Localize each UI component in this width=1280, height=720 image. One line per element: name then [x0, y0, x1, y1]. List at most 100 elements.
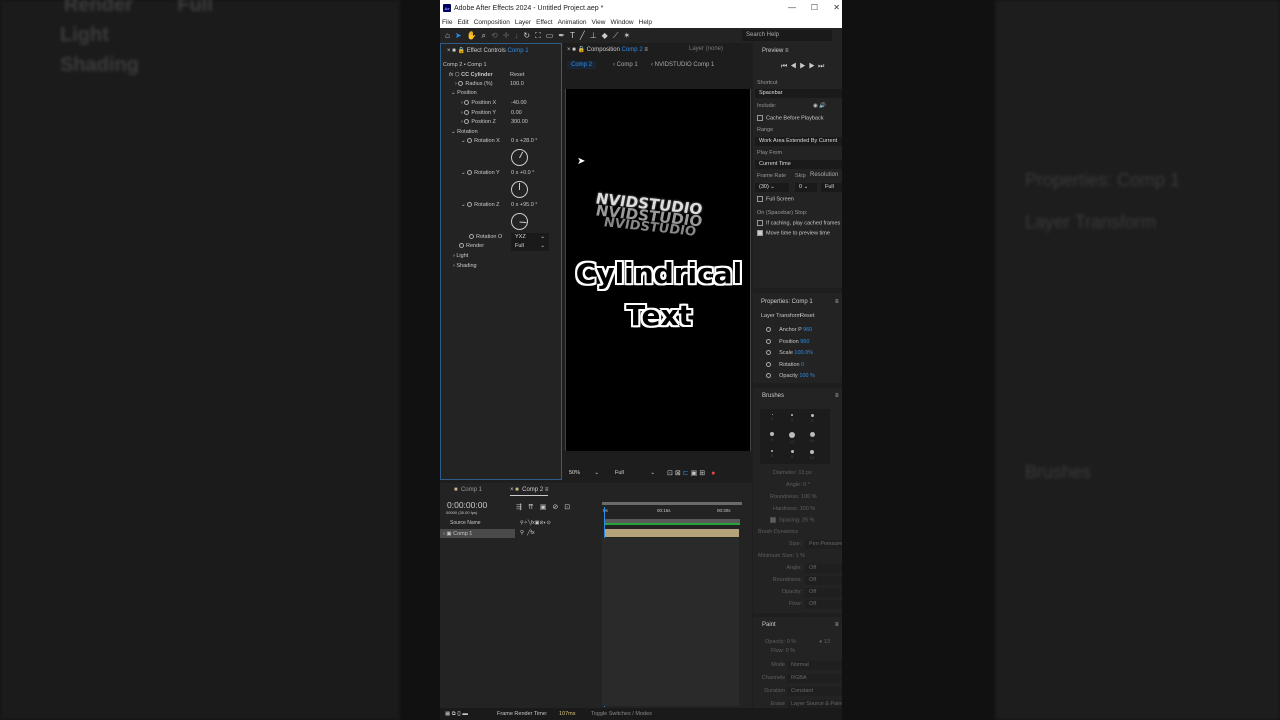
brush-tip[interactable]: 13	[804, 447, 820, 463]
tab-effect-controls[interactable]: × ■ 🔒 Effect Controls Comp 1	[447, 47, 529, 54]
brush-tip[interactable]: 1	[764, 411, 780, 427]
tab-timeline-comp-1[interactable]: ■ Comp 1	[454, 487, 482, 493]
rotation-z-value[interactable]: 0 x +95.0 °	[511, 202, 538, 208]
tab-timeline-comp-2[interactable]: × ■ Comp 2 ≡	[510, 487, 549, 496]
frame-rate-select[interactable]: (30) ⌄	[755, 183, 789, 192]
position-group[interactable]: ⌄ Position	[451, 90, 477, 96]
effect-cc-cylinder[interactable]: fx ⬡ CC Cylinder	[449, 72, 493, 78]
shortcut-select[interactable]: Spacebar	[755, 89, 842, 98]
brush-tip[interactable]: 3	[784, 411, 800, 427]
property-row[interactable]: Opacity 100 %	[766, 373, 815, 379]
dynamics-select[interactable]: Off	[805, 600, 842, 609]
brush-tool-icon[interactable]: ╱	[580, 31, 585, 40]
rotate-tool-icon[interactable]: ↻	[523, 31, 530, 40]
rotation-x-dial[interactable]	[511, 149, 528, 166]
position-z-value[interactable]: 300.00	[511, 119, 528, 125]
dolly-tool-icon[interactable]: ↓	[514, 31, 518, 40]
menu-layer[interactable]: Layer	[515, 19, 531, 26]
pan-tool-icon[interactable]: ✛	[503, 31, 510, 40]
if-caching-checkbox[interactable]: If caching, play cached frames	[757, 220, 840, 226]
close-button[interactable]: ✕	[833, 3, 840, 12]
paint-select[interactable]: Constant	[787, 687, 842, 696]
selection-tool-icon[interactable]: ➤	[455, 31, 462, 40]
menu-composition[interactable]: Composition	[474, 19, 510, 26]
menu-effect[interactable]: Effect	[536, 19, 553, 26]
menu-animation[interactable]: Animation	[558, 19, 587, 26]
brush-tip[interactable]: 9	[764, 429, 780, 445]
pen-tool-icon[interactable]: ✒	[558, 31, 565, 40]
properties-reset-button[interactable]: Reset	[800, 313, 814, 319]
layer-switches[interactable]: ⚲ ╱fx	[520, 530, 535, 536]
dynamics-select[interactable]: Off	[805, 564, 842, 573]
reset-button[interactable]: Reset	[510, 72, 524, 78]
brush-tip[interactable]: 5	[804, 411, 820, 427]
play-from-select[interactable]: Current Time	[755, 160, 842, 169]
rotation-y-value[interactable]: 0 x +0.0 °	[511, 170, 534, 176]
status-icons[interactable]: ▦ ⧉ {} ▬	[445, 711, 468, 718]
toggle-switches-modes[interactable]: Toggle Switches / Modes	[591, 711, 652, 717]
breadcrumb-comp-2[interactable]: Comp 2	[567, 61, 597, 69]
work-area-bar[interactable]	[604, 519, 740, 525]
rotation-z-dial[interactable]	[511, 213, 528, 230]
property-row[interactable]: Anchor P 960	[766, 327, 812, 333]
property-row[interactable]: Rotation 0	[766, 362, 804, 368]
playback-controls[interactable]: ⏮◀▶▶⏭	[781, 63, 827, 71]
hand-tool-icon[interactable]: ✋	[467, 31, 477, 40]
radius-value[interactable]: 100.0	[510, 81, 524, 87]
paint-select[interactable]: RGBA	[787, 674, 842, 683]
composition-viewer[interactable]: NVIDSTUDIO NVIDSTUDIO NVIDSTUDIO Cylindr…	[565, 89, 751, 451]
range-select[interactable]: Work Area Extended By Current	[755, 137, 842, 146]
eraser-tool-icon[interactable]: ◆	[602, 31, 608, 40]
position-y-value[interactable]: 0.00	[511, 110, 522, 116]
zoom-select[interactable]: 50% ⌄	[565, 469, 603, 478]
brush-tip[interactable]: 9	[784, 447, 800, 463]
timeline-controls[interactable]: ⇶⇈▣⊘⊡	[516, 503, 576, 511]
skip-select[interactable]: 0 ⌄	[795, 183, 817, 192]
minimize-button[interactable]: —	[788, 3, 796, 12]
maximize-button[interactable]: ☐	[811, 3, 818, 12]
render-select[interactable]: Full ⌄	[511, 242, 549, 251]
resolution-preview-select[interactable]: Full	[821, 183, 842, 192]
include-video-audio-icons[interactable]: ◉ 🔊	[813, 103, 826, 109]
puppet-tool-icon[interactable]: ✶	[623, 31, 630, 40]
menu-view[interactable]: View	[592, 19, 606, 26]
move-time-checkbox[interactable]: Move time to preview time	[757, 230, 830, 236]
properties-menu-icon[interactable]: ≡	[835, 299, 839, 305]
rotation-group[interactable]: ⌄ Rotation	[451, 129, 478, 135]
menu-help[interactable]: Help	[639, 19, 652, 26]
brushes-menu-icon[interactable]: ≡	[835, 393, 839, 399]
dynamics-select[interactable]: Off	[805, 576, 842, 585]
zoom-tool-icon[interactable]: ⌕	[482, 31, 486, 41]
rectangle-tool-icon[interactable]: ▭	[546, 31, 554, 40]
viewer-controls[interactable]: ⊡⊠⊏▣⊞ ●	[667, 469, 717, 477]
rotation-x-value[interactable]: 0 x +28.0 °	[511, 138, 538, 144]
spacing-checkbox[interactable]: Spacing: 25 %	[770, 517, 814, 523]
orbit-tool-icon[interactable]: ⟲	[491, 31, 498, 40]
brush-tip[interactable]: 13	[784, 429, 800, 445]
menu-edit[interactable]: Edit	[457, 19, 468, 26]
rotation-order-select[interactable]: YXZ ⌄	[511, 233, 549, 242]
layer-duration-bar[interactable]	[605, 529, 739, 537]
rotation-y-dial[interactable]	[511, 181, 528, 198]
cache-before-playback-checkbox[interactable]: Cache Before Playback	[757, 115, 823, 121]
property-row[interactable]: Scale 100.0%	[766, 350, 813, 356]
light-group[interactable]: › Light	[453, 253, 468, 259]
type-tool-icon[interactable]: T	[570, 31, 575, 40]
property-row[interactable]: Position 960	[766, 339, 809, 345]
shading-group[interactable]: › Shading	[453, 263, 477, 269]
time-navigator[interactable]	[602, 502, 742, 505]
brush-tip[interactable]: 19	[804, 429, 820, 445]
dynamics-select[interactable]: Off	[805, 588, 842, 597]
roto-brush-icon[interactable]: ⟋	[613, 31, 619, 41]
paint-select[interactable]: Normal	[787, 661, 842, 670]
tab-layer[interactable]: Layer (none)	[689, 46, 723, 52]
home-icon[interactable]: ⌂	[445, 31, 450, 40]
menu-file[interactable]: File	[442, 19, 452, 26]
search-help-input[interactable]: Search Help	[742, 30, 832, 41]
brush-tip[interactable]: 5	[764, 447, 780, 463]
resolution-select[interactable]: Full ⌄	[611, 469, 659, 478]
full-screen-checkbox[interactable]: Full Screen	[757, 196, 794, 202]
clone-stamp-icon[interactable]: ⊥	[590, 31, 597, 40]
position-x-value[interactable]: -40.00	[511, 100, 527, 106]
menu-window[interactable]: Window	[611, 19, 634, 26]
